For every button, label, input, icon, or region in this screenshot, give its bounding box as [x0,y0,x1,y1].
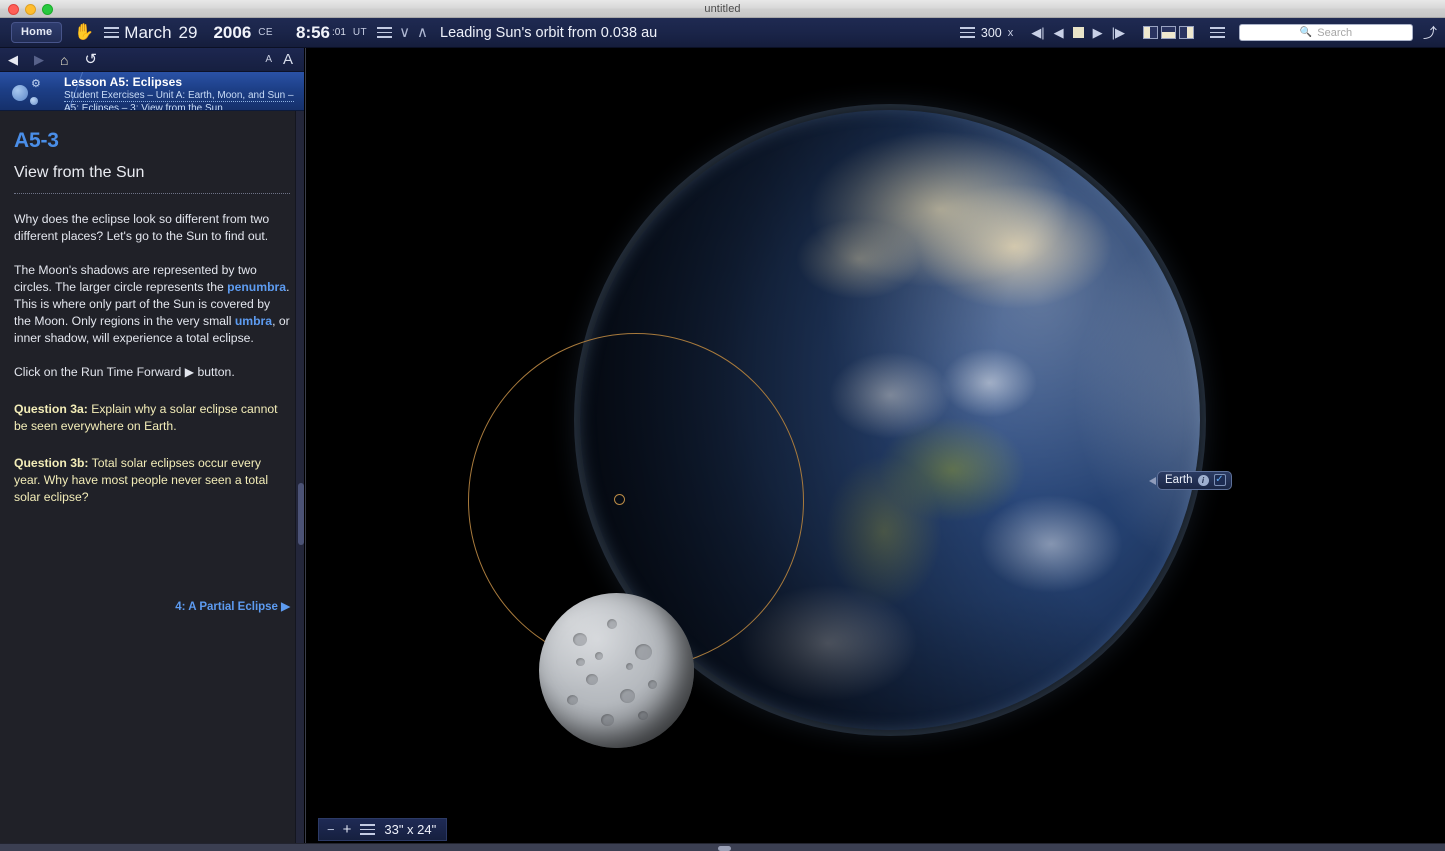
field-of-view-value[interactable]: 33" x 24" [384,822,436,837]
text-smaller-button[interactable]: A [265,54,272,65]
date-year[interactable]: 2006 [213,23,251,43]
hand-tool-icon[interactable]: ✋ [74,25,94,41]
close-button[interactable] [8,4,19,15]
lesson-content: A5-3 View from the Sun Why does the ecli… [0,111,304,843]
share-icon[interactable]: ⤴ [1423,26,1437,40]
date-era: CE [258,27,273,38]
reload-icon[interactable]: ↺ [84,52,97,67]
field-of-view-bar: − + 33" x 24" [318,818,447,841]
lesson-title: Lesson A5: Eclipses [64,75,298,89]
lesson-header[interactable]: ⚙ Lesson A5: Eclipses Student Exercises … [0,72,304,111]
question-3b-label: Question 3b: [14,456,88,470]
main-toolbar: Home ✋ March 29 2006 CE 8:56 :01 UT ∨ ∧ … [0,18,1445,48]
layout-right-pane-button[interactable] [1179,26,1194,39]
paragraph2-text-a: The Moon's shadows are represented by tw… [14,263,257,294]
horizontal-scrollbar-thumb[interactable] [718,846,731,851]
layout-bottom-pane-button[interactable] [1161,26,1176,39]
search-input[interactable]: 🔍 Search [1239,24,1413,41]
viewing-location-text[interactable]: Leading Sun's orbit from 0.038 au [440,25,657,41]
next-lesson-link[interactable]: 4: A Partial Eclipse ▶ [175,599,290,613]
transport-controls: ◀| ◀ ▶ |▶ [1031,26,1125,39]
minus-icon[interactable]: − [327,823,335,836]
search-placeholder: Search [1317,27,1352,39]
time-rate-unit: x [1008,27,1014,39]
skip-to-start-icon[interactable]: ◀| [1031,26,1044,39]
chevron-up-icon[interactable]: ∧ [417,25,428,40]
layout-left-pane-button[interactable] [1143,26,1158,39]
date-day[interactable]: 29 [179,23,198,43]
window-title: untitled [0,3,1445,15]
date-menu-icon[interactable] [104,27,119,38]
lesson-paragraph-2: The Moon's shadows are represented by tw… [14,262,290,347]
lesson-subtitle: View from the Sun [14,164,290,182]
maximize-button[interactable] [42,4,53,15]
lesson-sidebar: ◀ ▶ ⌂ ↺ A A ⚙ Lesson A5: Eclipses Studen… [0,48,305,843]
planets-icon: ⚙ [4,75,56,108]
text-larger-button[interactable]: A [283,51,293,68]
time-rate-menu-icon[interactable] [960,27,975,38]
question-3a-label: Question 3a: [14,402,88,416]
info-icon[interactable]: i [1198,475,1209,486]
back-arrow-icon[interactable]: ◀ [8,53,18,66]
date-month[interactable]: March [124,23,171,43]
window-controls [8,4,53,15]
sky-view[interactable]: Earth i ✓ − + 33" x 24" [306,48,1445,843]
skip-to-end-icon[interactable]: |▶ [1112,26,1125,39]
search-icon: 🔍 [1300,27,1312,38]
time-seconds[interactable]: :01 [332,27,346,38]
app-window: untitled Home ✋ March 29 2006 CE 8:56 :0… [0,0,1445,851]
gear-icon: ⚙ [31,79,41,90]
earth-visibility-checkbox[interactable]: ✓ [1214,474,1226,486]
horizontal-scrollbar[interactable] [0,843,1445,851]
play-icon[interactable]: ▶ [1093,26,1103,39]
stop-icon[interactable] [1073,27,1084,38]
time-hours-minutes[interactable]: 8:56 [296,23,330,43]
sidebar-scrollbar[interactable] [295,111,304,843]
time-zone: UT [353,27,367,38]
sidebar-scrollbar-thumb[interactable] [298,483,304,545]
paragraph3-text-b: button. [194,365,235,379]
lesson-paragraph-3: Click on the Run Time Forward ▶ button. [14,364,290,381]
divider [14,193,290,194]
lesson-nav-row: ◀ ▶ ⌂ ↺ A A [0,48,304,72]
umbra-circle [614,494,625,505]
earth-label-tag[interactable]: Earth i ✓ [1157,471,1232,490]
fov-menu-icon[interactable] [360,824,375,835]
home-icon[interactable]: ⌂ [60,53,68,67]
breadcrumb[interactable]: Student Exercises – Unit A: Earth, Moon,… [64,90,298,111]
toolbar-right-group: 300 x ◀| ◀ ▶ |▶ 🔍 Search ⤴ [960,24,1445,41]
layout-buttons [1143,26,1194,39]
earth-label-name: Earth [1165,474,1193,486]
time-menu-icon[interactable] [377,27,392,38]
time-rate-value[interactable]: 300 [981,26,1002,40]
paragraph3-text-a: Click on the Run Time Forward [14,365,185,379]
forward-arrow-icon[interactable]: ▶ [34,53,44,66]
question-3b: Question 3b: Total solar eclipses occur … [14,455,290,506]
moon-globe[interactable] [539,593,694,748]
window-titlebar: untitled [0,0,1445,18]
lesson-code: A5-3 [14,129,290,153]
penumbra-link[interactable]: penumbra [227,280,286,294]
umbra-link[interactable]: umbra [235,314,272,328]
minimize-button[interactable] [25,4,36,15]
home-button[interactable]: Home [11,22,62,43]
label-pointer-icon [1149,477,1156,485]
play-icon: ▶ [185,365,194,379]
step-backward-icon[interactable]: ◀ [1054,26,1064,39]
lesson-paragraph-1: Why does the eclipse look so different f… [14,211,290,245]
question-3a: Question 3a: Explain why a solar eclipse… [14,401,290,435]
plus-icon[interactable]: + [343,822,352,837]
options-menu-icon[interactable] [1210,27,1225,38]
chevron-down-icon[interactable]: ∨ [399,25,410,40]
